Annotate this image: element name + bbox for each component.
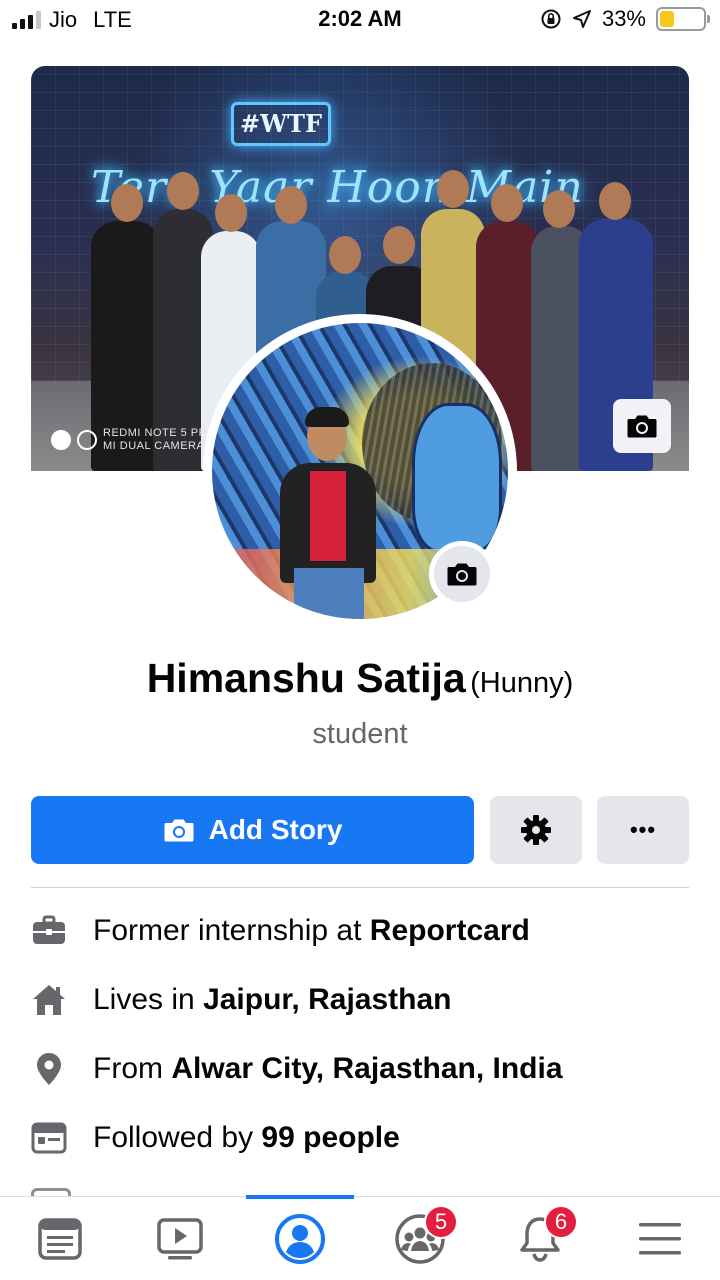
camera-icon	[447, 563, 477, 586]
tab-notifications[interactable]: 6	[510, 1205, 578, 1267]
profile-name-line: Himanshu Satija (Hunny)	[0, 655, 720, 702]
edit-profile-picture-button[interactable]	[429, 541, 495, 607]
location-pin-icon	[31, 1051, 67, 1087]
more-dots-icon: •••	[629, 817, 657, 842]
profile-name: Himanshu Satija	[146, 655, 466, 701]
battery-icon	[656, 7, 710, 31]
notifications-badge: 6	[544, 1205, 578, 1239]
info-highlight: Reportcard	[369, 914, 530, 947]
info-text: Former internship at Reportcard	[93, 914, 530, 948]
profile-settings-button[interactable]	[490, 796, 582, 864]
briefcase-icon	[31, 913, 67, 949]
gear-icon	[521, 815, 551, 845]
watermark-line-1: REDMI NOTE 5 PRO	[103, 427, 217, 439]
camera-icon	[627, 415, 657, 438]
groups-badge: 5	[424, 1205, 458, 1239]
watermark-line-2: MI DUAL CAMERA	[103, 440, 205, 452]
info-hometown[interactable]: From Alwar City, Rajasthan, India	[31, 1044, 563, 1094]
info-highlight: Alwar City, Rajasthan, India	[171, 1052, 563, 1085]
profile-nickname: (Hunny)	[470, 667, 574, 699]
info-text: From Alwar City, Rajasthan, India	[93, 1052, 563, 1086]
section-divider	[31, 887, 689, 888]
info-text: Lives in Jaipur, Rajasthan	[93, 983, 452, 1017]
more-options-button[interactable]: •••	[597, 796, 689, 864]
home-icon	[31, 982, 67, 1018]
profile-bio[interactable]: student	[0, 718, 720, 751]
followers-icon	[31, 1120, 67, 1156]
bottom-tab-bar: 5 6	[0, 1195, 720, 1280]
status-bar: Jio LTE 2:02 AM 33%	[0, 0, 720, 40]
status-icons: 33%	[540, 6, 710, 32]
menu-icon	[639, 1223, 681, 1255]
location-arrow-icon	[572, 10, 591, 28]
battery-level	[660, 11, 674, 27]
tab-menu[interactable]	[630, 1211, 690, 1267]
dual-camera-dot-filled	[51, 430, 71, 450]
cover-neon-sign: #WTF	[231, 102, 331, 146]
camera-watermark: REDMI NOTE 5 PRO MI DUAL CAMERA	[51, 427, 216, 453]
add-story-label: Add Story	[208, 814, 343, 845]
info-prefix: Lives in	[93, 983, 204, 1016]
info-prefix: From	[93, 1052, 172, 1085]
info-workplace[interactable]: Former internship at Reportcard	[31, 906, 530, 956]
battery-percent: 33%	[601, 6, 646, 31]
camera-icon	[164, 819, 194, 842]
info-highlight: Jaipur, Rajasthan	[203, 983, 452, 1016]
info-highlight: 99 people	[261, 1121, 400, 1154]
info-prefix: Former internship at	[93, 914, 370, 947]
tab-profile[interactable]	[270, 1211, 330, 1267]
info-text: Followed by 99 people	[93, 1121, 400, 1155]
tab-groups[interactable]: 5	[390, 1205, 458, 1267]
info-prefix: Followed by	[93, 1121, 262, 1154]
tab-news-feed[interactable]	[30, 1211, 90, 1267]
info-followers[interactable]: Followed by 99 people	[31, 1113, 400, 1163]
active-tab-indicator	[246, 1195, 354, 1199]
orientation-lock-icon	[541, 9, 561, 29]
add-story-button[interactable]: Add Story	[31, 796, 474, 864]
dual-camera-dot-empty	[77, 430, 97, 450]
tab-watch[interactable]	[150, 1211, 210, 1267]
profile-icon	[275, 1214, 325, 1264]
news-feed-icon	[38, 1218, 82, 1260]
edit-cover-photo-button[interactable]	[613, 399, 671, 453]
info-current-city[interactable]: Lives in Jaipur, Rajasthan	[31, 975, 452, 1025]
watch-video-icon	[157, 1218, 203, 1260]
